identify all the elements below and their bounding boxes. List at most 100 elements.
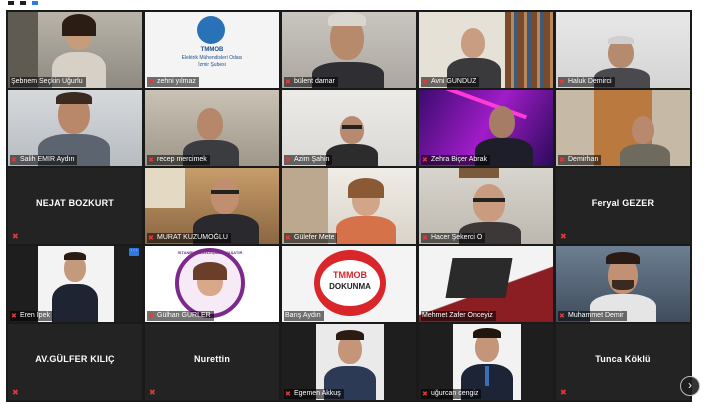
participant-name: Avni GÜNDÜZ [431, 78, 477, 85]
participant-name: zehni yılmaz [157, 78, 196, 85]
participant-name: Egemen Akkuş [294, 390, 341, 397]
participant-name: NEJAT BOZKURT [36, 198, 114, 208]
participant-name: bülent damar [294, 78, 335, 85]
participant-tile[interactable]: Tunca Köklü ✖ [556, 324, 690, 400]
participant-tile[interactable]: ✖ Gülefer Mete [282, 168, 416, 244]
muted-mic-icon: ✖ [285, 156, 291, 164]
participant-name-tag: ✖ Azim Şahin [284, 155, 333, 165]
more-options-button[interactable]: ··· [129, 247, 139, 256]
participant-name-tag: ✖ Gülefer Mete [284, 233, 338, 243]
muted-mic-icon: ✖ [560, 232, 567, 241]
window-topbar [0, 0, 704, 10]
participant-name-tag: Mehmet Zafer Önceyiz [421, 311, 496, 321]
participant-name: Azim Şahin [294, 156, 330, 163]
participant-name-tag: ✖ recep mercimek [147, 155, 210, 165]
participant-tile[interactable]: Nurettin ✖ [145, 324, 279, 400]
participant-name: Gülhan GÜRLER [157, 312, 211, 319]
muted-mic-icon: ✖ [149, 388, 156, 397]
participant-tile[interactable]: ✖ Haluk Demirci [556, 12, 690, 88]
participant-tile[interactable]: ✖ uğurcan cengiz [419, 324, 553, 400]
participant-tile[interactable]: ✖ Egemen Akkuş [282, 324, 416, 400]
participant-name-tag: ✖ zehni yılmaz [147, 77, 199, 87]
participant-name: Eren İpek [20, 312, 50, 319]
participant-tile[interactable]: ✖ Hacer Şekerci Ö [419, 168, 553, 244]
participant-tile[interactable]: ✖ Muhammet Demir [556, 246, 690, 322]
muted-mic-icon: ✖ [422, 390, 428, 398]
participant-tile[interactable]: ✖ recep mercimek [145, 90, 279, 166]
badge-bottom-text: DOKUNMA [329, 282, 371, 291]
participant-name: Barış Aydın [285, 312, 321, 319]
participant-tile-active-speaker[interactable]: TMMOB DOKUNMA Barış Aydın [282, 246, 416, 322]
participant-name: Muhammet Demir [568, 312, 624, 319]
participant-tile[interactable]: NEJAT BOZKURT ✖ [8, 168, 142, 244]
participant-name: MURAT KUZUMOĞLU [157, 234, 228, 241]
muted-mic-icon: ✖ [422, 78, 428, 86]
participant-name-tag: ✖ Egemen Akkuş [284, 389, 344, 399]
participant-name: Gülefer Mete [294, 234, 335, 241]
participant-name: Hacer Şekerci Ö [431, 234, 483, 241]
participant-name: Demirhan [568, 156, 599, 163]
muted-mic-icon: ✖ [12, 232, 19, 241]
participant-name-tag: Şebnem Seçkin Uğurlu [10, 77, 86, 87]
minimize-icon[interactable] [8, 1, 14, 5]
participant-name-tag: ✖ Haluk Demirci [558, 77, 615, 87]
participant-tile[interactable]: Şebnem Seçkin Uğurlu [8, 12, 142, 88]
participant-name: recep mercimek [157, 156, 207, 163]
participant-name: Haluk Demirci [568, 78, 612, 85]
participant-tile[interactable]: ··· ✖ Eren İpek [8, 246, 142, 322]
participant-name-tag: ✖ MURAT KUZUMOĞLU [147, 233, 231, 243]
participant-name-tag: ✖ Zehra Biçer Abrak [421, 155, 491, 165]
participant-name-tag: Barış Aydın [284, 311, 324, 321]
participant-tile[interactable]: ✖ Demirhan [556, 90, 690, 166]
muted-mic-icon: ✖ [560, 388, 567, 397]
next-page-button[interactable]: › [680, 376, 700, 396]
participant-name: Şebnem Seçkin Uğurlu [11, 78, 83, 85]
participant-name-tag: ✖ Gülhan GÜRLER [147, 311, 214, 321]
muted-mic-icon: ✖ [148, 156, 154, 164]
participant-tile[interactable]: TMMOB Elektrik Mühendisleri Odası İzmir … [145, 12, 279, 88]
participant-name: Nurettin [193, 354, 231, 364]
participant-name-tag: ✖ Eren İpek [10, 311, 53, 321]
logo-subtitle: Elektrik Mühendisleri Odası [181, 55, 243, 61]
muted-mic-icon: ✖ [148, 234, 154, 242]
logo-title: TMMOB [200, 47, 224, 53]
muted-mic-icon: ✖ [285, 390, 291, 398]
view-toggle-icon[interactable] [20, 1, 26, 5]
participant-tile[interactable]: ✖ Azim Şahin [282, 90, 416, 166]
participant-name-tag: ✖ Demirhan [558, 155, 602, 165]
muted-mic-icon: ✖ [11, 156, 17, 164]
participant-tile[interactable]: Feryal GEZER ✖ [556, 168, 690, 244]
participant-tile[interactable]: ✖ bülent damar [282, 12, 416, 88]
gallery-view: Şebnem Seçkin Uğurlu TMMOB Elektrik Mühe… [6, 10, 692, 402]
participant-name-tag: ✖ Salih EMİR Aydın [10, 155, 78, 165]
muted-mic-icon: ✖ [12, 388, 19, 397]
participant-tile[interactable]: AV.GÜLFER KILIÇ ✖ [8, 324, 142, 400]
participant-name: Feryal GEZER [591, 198, 655, 208]
muted-mic-icon: ✖ [559, 78, 565, 86]
muted-mic-icon: ✖ [148, 78, 154, 86]
participant-tile[interactable]: ✖ Salih EMİR Aydın [8, 90, 142, 166]
circle-badge-text: İSTANBUL SÖZLEŞMESİ YAŞATIR [177, 250, 243, 255]
logo-branch: İzmir Şubesi [198, 62, 226, 68]
participant-tile[interactable]: ✖ Zehra Biçer Abrak [419, 90, 553, 166]
muted-mic-icon: ✖ [559, 312, 565, 320]
organization-logo-icon [197, 16, 225, 44]
participant-tile[interactable]: İSTANBUL SÖZLEŞMESİ YAŞATIR ✖ Gülhan GÜR… [145, 246, 279, 322]
participant-name-tag: ✖ bülent damar [284, 77, 338, 87]
participant-tile[interactable]: Mehmet Zafer Önceyiz [419, 246, 553, 322]
participant-tile[interactable]: ✖ Avni GÜNDÜZ [419, 12, 553, 88]
participant-name: Tunca Köklü [595, 354, 651, 364]
muted-mic-icon: ✖ [285, 78, 291, 86]
participant-name: AV.GÜLFER KILIÇ [35, 354, 115, 364]
muted-mic-icon: ✖ [422, 234, 428, 242]
participant-name: Mehmet Zafer Önceyiz [422, 312, 493, 319]
gallery-view-icon[interactable] [32, 1, 38, 5]
badge-top-text: TMMOB [333, 270, 367, 280]
participant-name: Zehra Biçer Abrak [431, 156, 488, 163]
participant-tile[interactable]: ✖ MURAT KUZUMOĞLU [145, 168, 279, 244]
muted-mic-icon: ✖ [285, 234, 291, 242]
muted-mic-icon: ✖ [559, 156, 565, 164]
muted-mic-icon: ✖ [148, 312, 154, 320]
muted-mic-icon: ✖ [422, 156, 428, 164]
participant-name-tag: ✖ uğurcan cengiz [421, 389, 482, 399]
